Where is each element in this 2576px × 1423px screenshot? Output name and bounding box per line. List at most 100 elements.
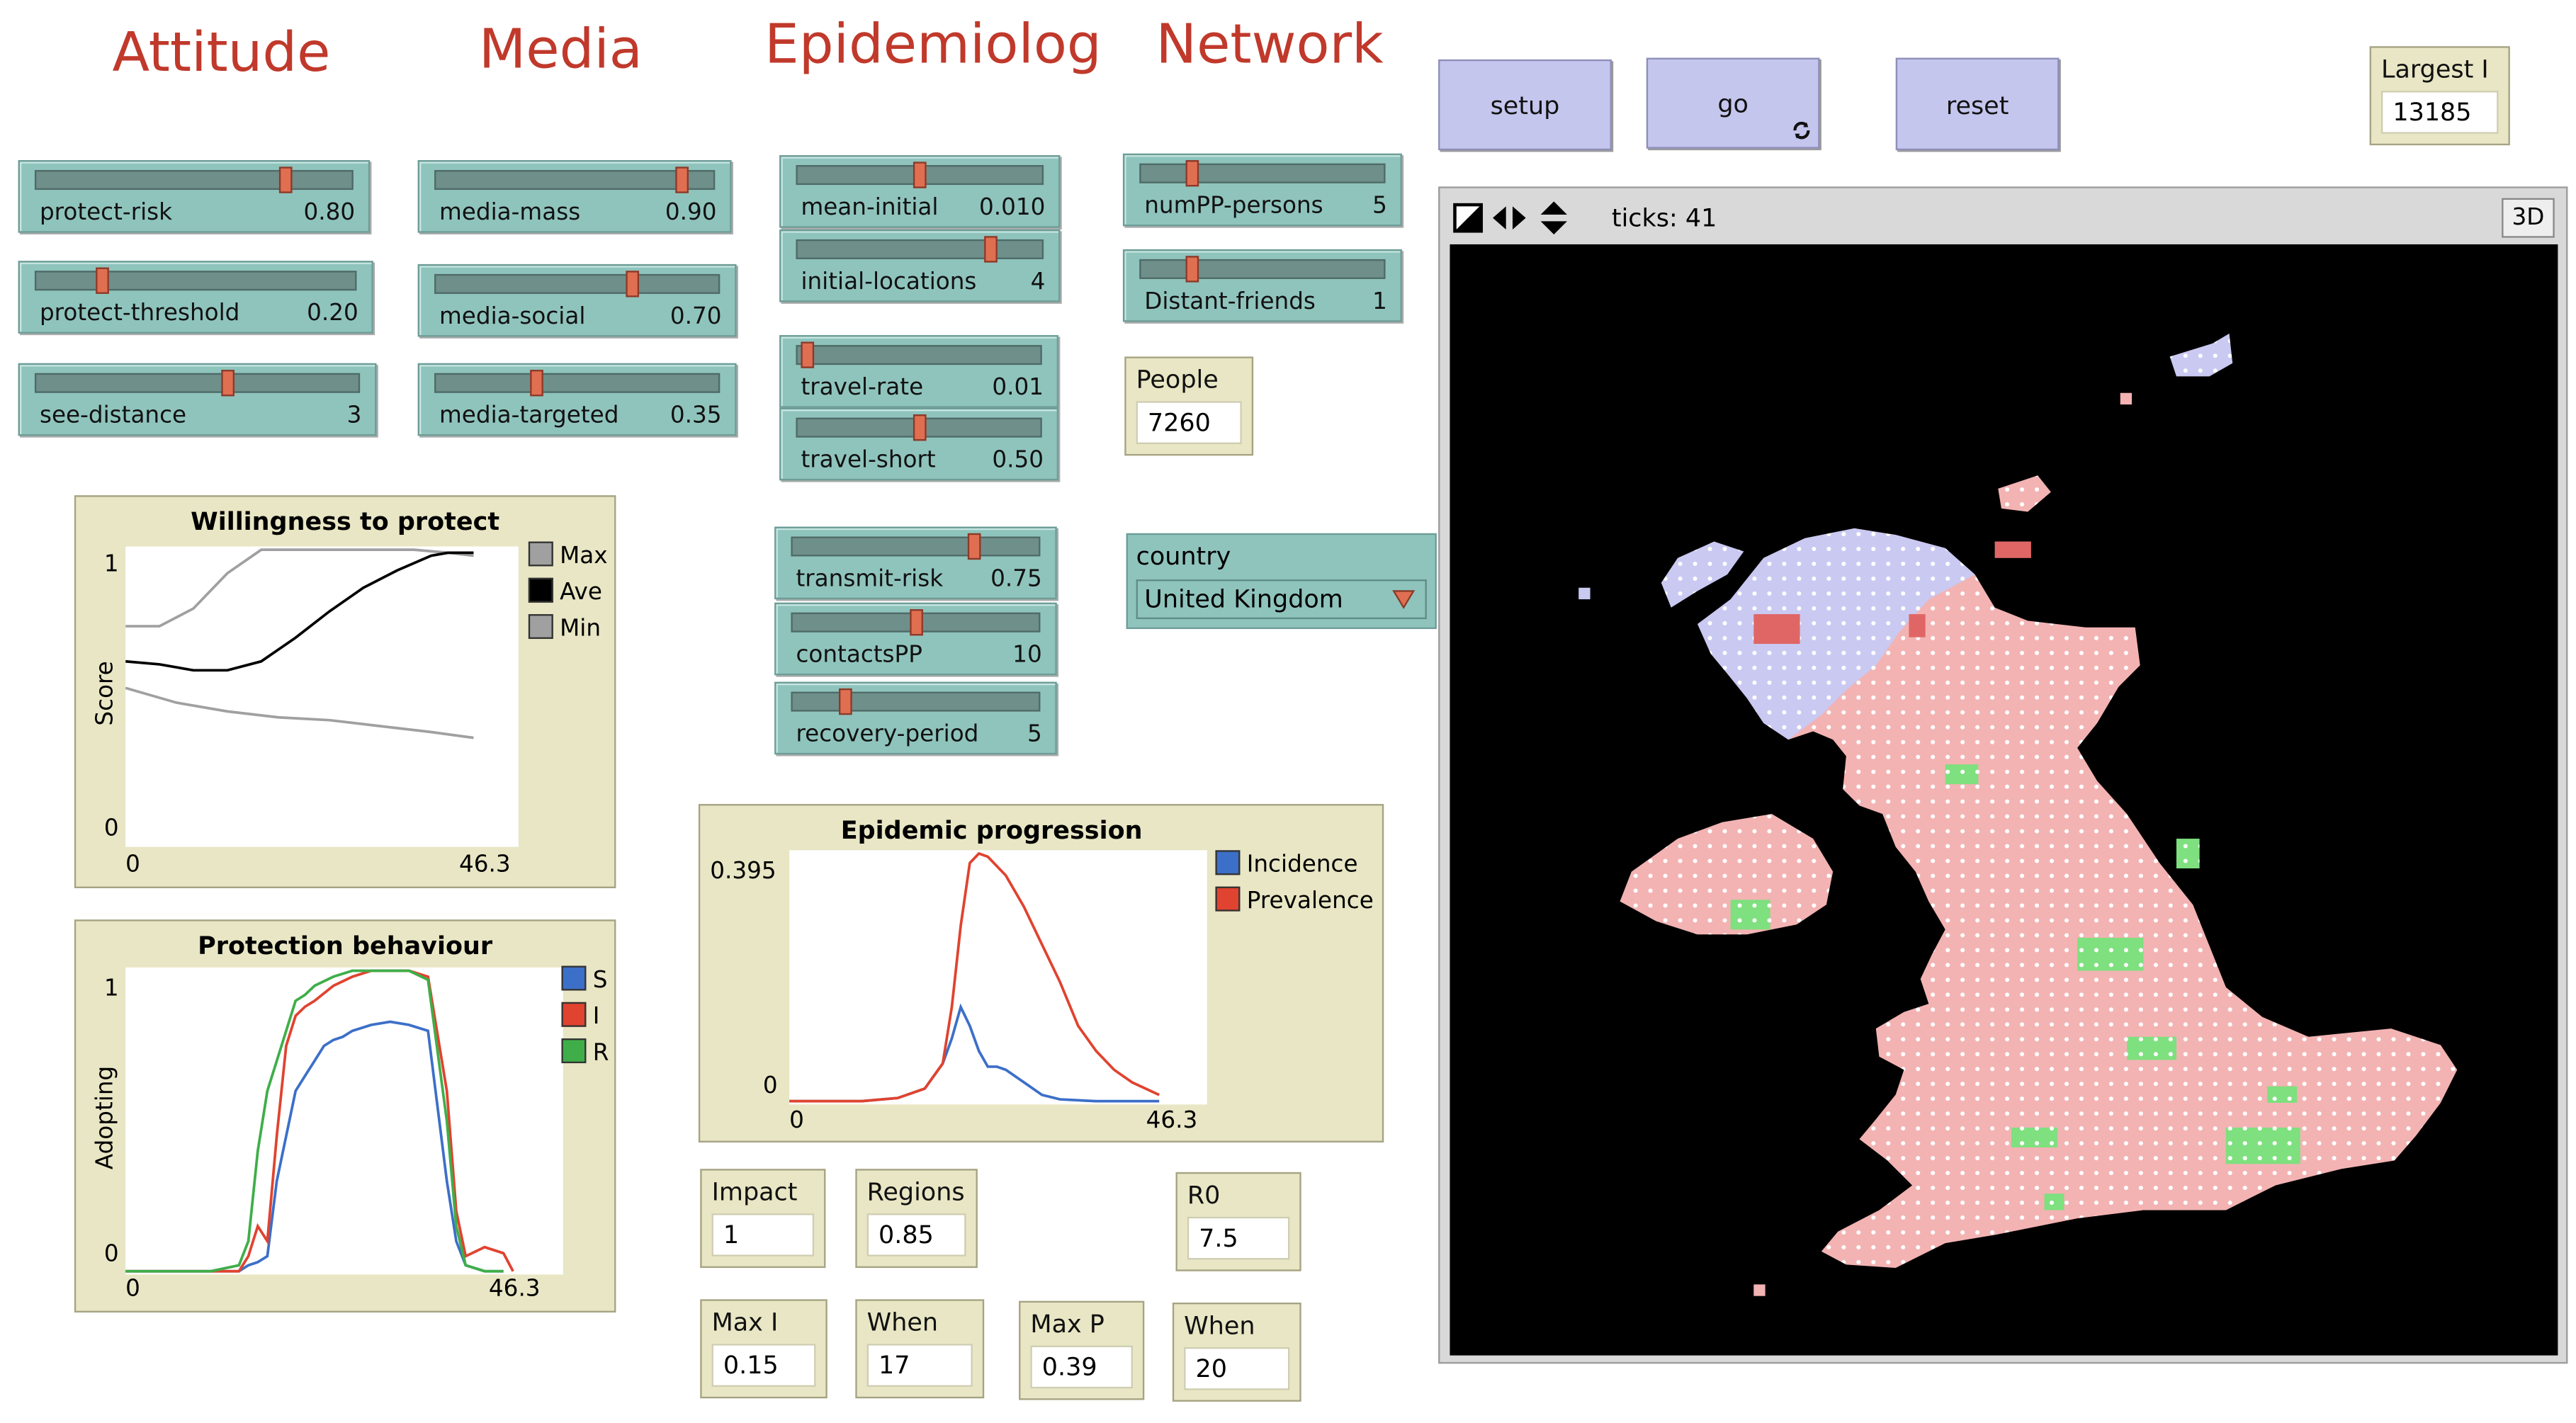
slider-knob[interactable] (838, 688, 852, 715)
slider-knob[interactable] (278, 166, 293, 193)
y-tick-min: 0 (762, 1073, 778, 1100)
slider-numpp-persons[interactable]: numPP-persons 5 (1122, 153, 1402, 227)
legend-label: Ave (560, 579, 602, 606)
slider-knob[interactable] (222, 370, 235, 397)
slider-knob[interactable] (529, 370, 543, 397)
y-tick-max: 0.395 (710, 858, 776, 885)
slider-protect-threshold[interactable]: protect-threshold 0.20 (18, 261, 373, 334)
slider-initial-locations[interactable]: initial-locations 4 (779, 229, 1061, 302)
legend-swatch (528, 541, 553, 567)
slider-knob[interactable] (96, 267, 110, 294)
slider-media-social[interactable]: media-social 0.70 (417, 263, 737, 337)
reset-button[interactable]: reset (1895, 57, 2060, 151)
x-tick-max: 46.3 (458, 851, 511, 878)
monitor-value: 17 (866, 1344, 973, 1387)
slider-protect-risk[interactable]: protect-risk 0.80 (18, 160, 371, 233)
legend-item: I (561, 1002, 599, 1030)
slider-track (791, 536, 1041, 557)
slider-knob[interactable] (913, 161, 927, 188)
x-tick-min: 0 (125, 851, 140, 878)
west-isles-susceptible (1661, 541, 1744, 608)
plot-title: Protection behaviour (198, 931, 493, 961)
slider-knob[interactable] (674, 166, 689, 193)
monitor-max-p: Max P 0.39 (1019, 1300, 1145, 1400)
slider-knob[interactable] (1185, 160, 1199, 187)
3d-button[interactable]: 3D (2502, 198, 2555, 238)
slider-contactspp[interactable]: contactsPP 10 (774, 602, 1057, 676)
legend-item: Ave (528, 577, 602, 606)
y-axis-label: Adopting (92, 1065, 119, 1170)
monitor-label: When (866, 1307, 939, 1337)
plot-protection: Protection behaviour Adopting 1 0 0 46.3… (74, 919, 616, 1313)
slider-distant-friends[interactable]: Distant-friends 1 (1122, 249, 1402, 322)
legend-item: Max (528, 541, 608, 569)
slider-value: 0.70 (670, 303, 722, 331)
slider-label: protect-risk (39, 200, 173, 227)
monitor-value: 0.85 (866, 1213, 966, 1257)
horizontal-arrows-icon[interactable] (1491, 203, 1527, 233)
monitor-value: 20 (1184, 1347, 1290, 1390)
slider-knob[interactable] (983, 236, 997, 263)
recovered-patch (2044, 1194, 2064, 1211)
plot-willingness: Willingness to protect Score 1 0 0 46.3 … (74, 495, 616, 888)
slider-track (791, 691, 1041, 712)
plot-epidemic: Epidemic progression 0.395 0 0 46.3 Inci… (698, 804, 1384, 1143)
go-button[interactable]: go (1646, 57, 1820, 149)
slider-travel-rate[interactable]: travel-rate 0.01 (779, 335, 1059, 408)
slider-track (434, 273, 721, 294)
infected-hotspot (1909, 614, 1926, 637)
slider-track (1139, 259, 1386, 279)
slider-knob[interactable] (912, 414, 926, 441)
reset-label: reset (1945, 91, 2009, 121)
slider-track (796, 345, 1042, 365)
x-tick-min: 0 (125, 1276, 140, 1303)
slider-travel-short[interactable]: travel-short 0.50 (779, 407, 1059, 481)
view-toggle-icon[interactable] (1453, 203, 1484, 233)
slider-label: protect-threshold (39, 300, 240, 327)
slider-see-distance[interactable]: see-distance 3 (18, 363, 377, 436)
series-line-prevalence (789, 851, 1160, 1103)
monitor-label: Max P (1030, 1309, 1105, 1339)
forever-icon (1793, 121, 1810, 140)
go-label: go (1717, 89, 1749, 119)
slider-knob[interactable] (625, 271, 638, 297)
slider-media-targeted[interactable]: media-targeted 0.35 (417, 363, 737, 436)
slider-value: 0.01 (992, 375, 1044, 402)
slider-knob[interactable] (801, 341, 814, 368)
country-select[interactable]: United Kingdom (1136, 579, 1427, 620)
setup-button[interactable]: setup (1438, 59, 1612, 151)
slider-transmit-risk[interactable]: transmit-risk 0.75 (774, 526, 1057, 600)
slider-value: 0.20 (307, 300, 358, 327)
series-line-s (125, 1020, 504, 1273)
recovered-patch (2176, 839, 2200, 869)
uk-map (1578, 333, 2458, 1296)
slider-mean-initial[interactable]: mean-initial 0.010 (779, 155, 1061, 228)
country-chooser[interactable]: country United Kingdom (1126, 533, 1437, 630)
series-line-r (125, 969, 504, 1273)
monitor-label: When (1184, 1310, 1255, 1341)
slider-media-mass[interactable]: media-mass 0.90 (417, 160, 732, 233)
vertical-arrows-icon[interactable] (1537, 200, 1571, 236)
legend-swatch (561, 965, 587, 991)
monitor-label: Max I (711, 1307, 779, 1337)
slider-knob[interactable] (968, 533, 982, 560)
slider-recovery-period[interactable]: recovery-period 5 (774, 681, 1057, 755)
plot-area (125, 546, 519, 847)
monitor-when-p: When 20 (1172, 1303, 1301, 1402)
slider-track (434, 170, 716, 191)
infected-hotspot (1994, 541, 2031, 558)
slider-label: numPP-persons (1144, 193, 1323, 220)
legend-item: Incidence (1215, 850, 1358, 878)
slider-knob[interactable] (909, 609, 922, 636)
monitor-max-i: Max I 0.15 (700, 1299, 827, 1399)
slider-knob[interactable] (1185, 256, 1199, 283)
map-canvas[interactable] (1450, 244, 2558, 1356)
world-view[interactable]: ticks: 41 3D (1438, 186, 2568, 1364)
monitor-impact: Impact 1 (700, 1169, 826, 1269)
series-line-min (125, 686, 474, 739)
monitor-label: R0 (1187, 1180, 1221, 1211)
stray-agent (1753, 1284, 1766, 1296)
slider-label: media-social (439, 303, 586, 331)
plot-area (125, 967, 563, 1275)
legend-label: Prevalence (1246, 888, 1374, 915)
